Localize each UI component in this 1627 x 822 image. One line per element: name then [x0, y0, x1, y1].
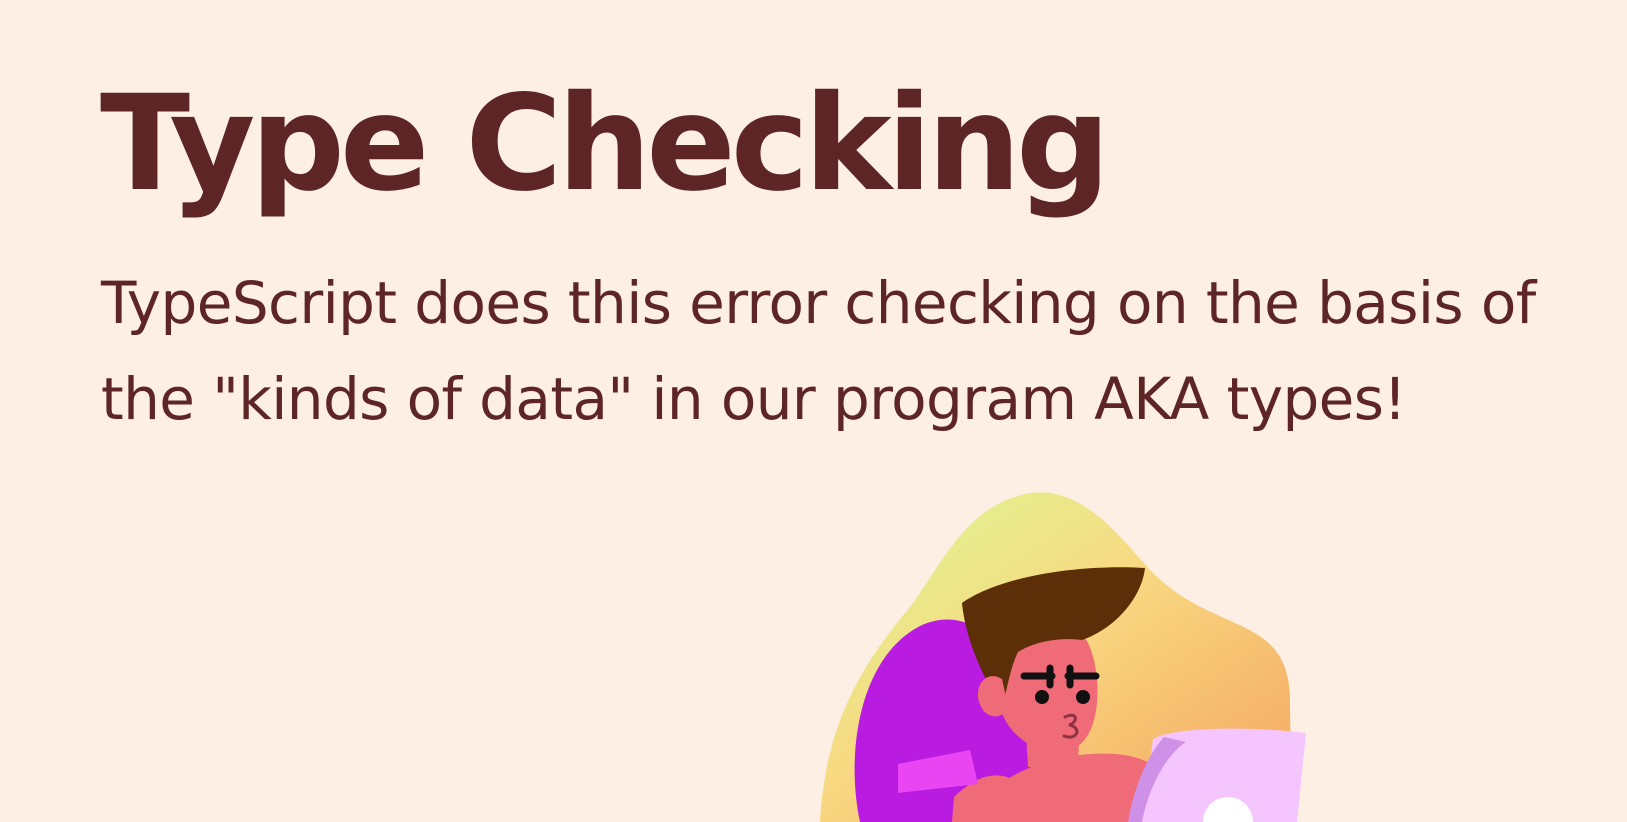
body-text-line-2: the "kinds of data" in our program AKA t…: [101, 365, 1407, 433]
body-text-line-1: TypeScript does this error checking on t…: [101, 269, 1536, 337]
slide-title: Type Checking: [100, 67, 1111, 221]
slide-body-text: TypeScript does this error checking on t…: [101, 255, 1621, 447]
presentation-slide: Type Checking TypeScript does this error…: [0, 0, 1627, 822]
developer-illustration: [820, 492, 1306, 822]
